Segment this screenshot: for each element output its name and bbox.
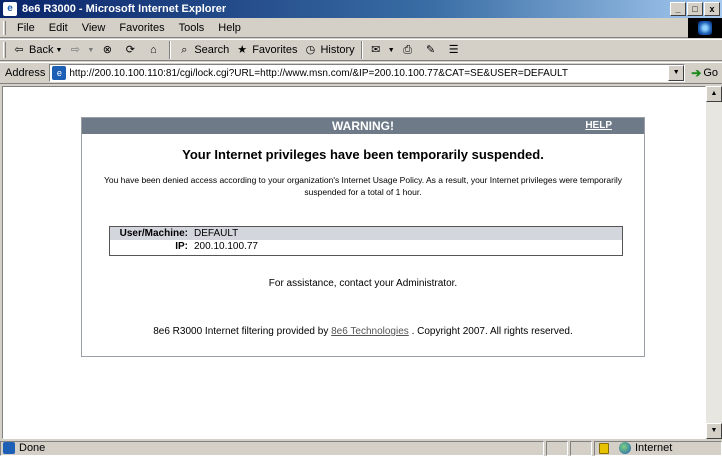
back-dropdown-icon: ▼ (55, 46, 63, 54)
print-icon: ⎙ (403, 44, 413, 56)
address-label: Address (5, 67, 46, 79)
window-controls: _ □ x (670, 2, 720, 16)
minimize-button[interactable]: _ (670, 2, 686, 16)
internet-zone-icon (619, 442, 631, 454)
policy-notice: You have been denied access according to… (103, 175, 623, 197)
security-zone: Internet (594, 440, 722, 456)
refresh-icon: ⟳ (125, 44, 135, 56)
window-title: 8e6 R3000 - Microsoft Internet Explorer (22, 3, 227, 15)
toolbar-separator (169, 41, 172, 59)
history-button[interactable]: ◷ History (300, 40, 357, 60)
menu-grip (3, 20, 6, 35)
back-label: Back (29, 44, 54, 56)
search-button[interactable]: ⌕ Search (174, 40, 232, 60)
forward-arrow-icon: ⇨ (70, 44, 81, 56)
assistance-text: For assistance, contact your Administrat… (268, 278, 458, 289)
menu-tools[interactable]: Tools (172, 22, 212, 34)
ie-icon: e (3, 2, 17, 16)
menu-file[interactable]: File (10, 22, 42, 34)
discuss-icon: ☰ (448, 44, 459, 56)
ip-label: IP: (175, 241, 188, 252)
user-machine-label: User/Machine: (119, 228, 188, 239)
vertical-scrollbar[interactable]: ▲ ▼ (706, 86, 722, 439)
address-input[interactable]: e http://200.10.100.110:81/cgi/lock.cgi?… (49, 64, 686, 82)
go-arrow-icon: ➔ (691, 66, 702, 80)
scroll-up-icon[interactable]: ▲ (706, 86, 722, 102)
close-button[interactable]: x (704, 2, 720, 16)
menu-help[interactable]: Help (211, 22, 248, 34)
favorites-button[interactable]: ★ Favorites (232, 40, 300, 60)
stop-icon: ⊗ (102, 44, 112, 56)
home-button[interactable]: ⌂ (143, 40, 166, 60)
windows-logo-icon (698, 21, 712, 35)
menu-edit[interactable]: Edit (42, 22, 75, 34)
menu-favorites[interactable]: Favorites (112, 22, 171, 34)
page-viewport: WARNING! HELP Your Internet privileges h… (2, 86, 706, 439)
status-cell (546, 440, 568, 456)
mail-dropdown-icon: ▼ (387, 46, 395, 54)
address-url: http://200.10.100.110:81/cgi/lock.cgi?UR… (69, 67, 568, 79)
page-icon: e (52, 66, 67, 80)
window-title-bar: e 8e6 R3000 - Microsoft Internet Explore… (0, 0, 722, 18)
status-main: Done (0, 440, 544, 456)
address-dropdown-icon[interactable]: ▼ (668, 65, 685, 81)
footer-suffix: . Copyright 2007. All rights reserved. (411, 326, 573, 337)
windows-logo-throbber (688, 18, 722, 38)
status-bar: Done Internet (0, 440, 722, 456)
history-icon: ◷ (305, 44, 316, 56)
search-icon: ⌕ (181, 44, 188, 56)
edit-icon: ✎ (426, 44, 436, 56)
user-info-box: User/Machine: DEFAULT IP: 200.10.100.77 (109, 226, 623, 256)
warning-header: WARNING! HELP (82, 118, 644, 134)
warning-title: WARNING! (332, 119, 394, 133)
mail-button[interactable]: ✉ ▼ (366, 40, 398, 60)
lock-icon (599, 442, 609, 454)
info-row-ip: IP: 200.10.100.77 (110, 240, 622, 253)
copyright-footer: 8e6 R3000 Internet filtering provided by… (82, 326, 644, 337)
menu-bar: File Edit View Favorites Tools Help (0, 18, 722, 38)
scroll-down-icon[interactable]: ▼ (706, 423, 722, 439)
status-text: Done (19, 442, 46, 454)
standard-toolbar: ⇦ Back ▼ ⇨ ▼ ⊗ ⟳ ⌂ ⌕ Search ★ Favorites … (0, 39, 722, 61)
discuss-button[interactable]: ☰ (444, 40, 467, 60)
ip-value: 200.10.100.77 (194, 241, 258, 252)
forward-dropdown-icon: ▼ (87, 46, 95, 54)
print-button[interactable]: ⎙ (398, 40, 421, 60)
menu-view[interactable]: View (75, 22, 113, 34)
help-link[interactable]: HELP (585, 118, 612, 134)
user-machine-value: DEFAULT (194, 228, 239, 239)
home-icon: ⌂ (150, 44, 157, 56)
info-row-user: User/Machine: DEFAULT (110, 227, 622, 240)
back-button[interactable]: ⇦ Back ▼ (9, 40, 65, 60)
edit-button[interactable]: ✎ (421, 40, 444, 60)
address-bar: Address e http://200.10.100.110:81/cgi/l… (0, 62, 722, 84)
go-label: Go (703, 67, 718, 79)
status-cell (570, 440, 592, 456)
history-label: History (320, 44, 355, 56)
zone-label: Internet (635, 442, 673, 454)
search-label: Search (194, 44, 230, 56)
go-button[interactable]: ➔ Go (685, 66, 722, 80)
restore-button[interactable]: □ (687, 2, 703, 16)
favorites-icon: ★ (237, 44, 248, 56)
warning-panel: WARNING! HELP Your Internet privileges h… (81, 117, 645, 357)
mail-icon: ✉ (371, 44, 381, 56)
toolbar-grip (3, 42, 6, 58)
stop-button[interactable]: ⊗ (97, 40, 120, 60)
favorites-label: Favorites (252, 44, 298, 56)
suspension-headline: Your Internet privileges have been tempo… (182, 147, 544, 162)
vendor-link[interactable]: 8e6 Technologies (331, 326, 409, 337)
refresh-button[interactable]: ⟳ (120, 40, 143, 60)
back-arrow-icon: ⇦ (14, 44, 24, 56)
forward-button[interactable]: ⇨ ▼ (65, 40, 97, 60)
toolbar-separator (360, 41, 363, 59)
footer-prefix: 8e6 R3000 Internet filtering provided by (153, 326, 329, 337)
page-status-icon (3, 442, 15, 454)
